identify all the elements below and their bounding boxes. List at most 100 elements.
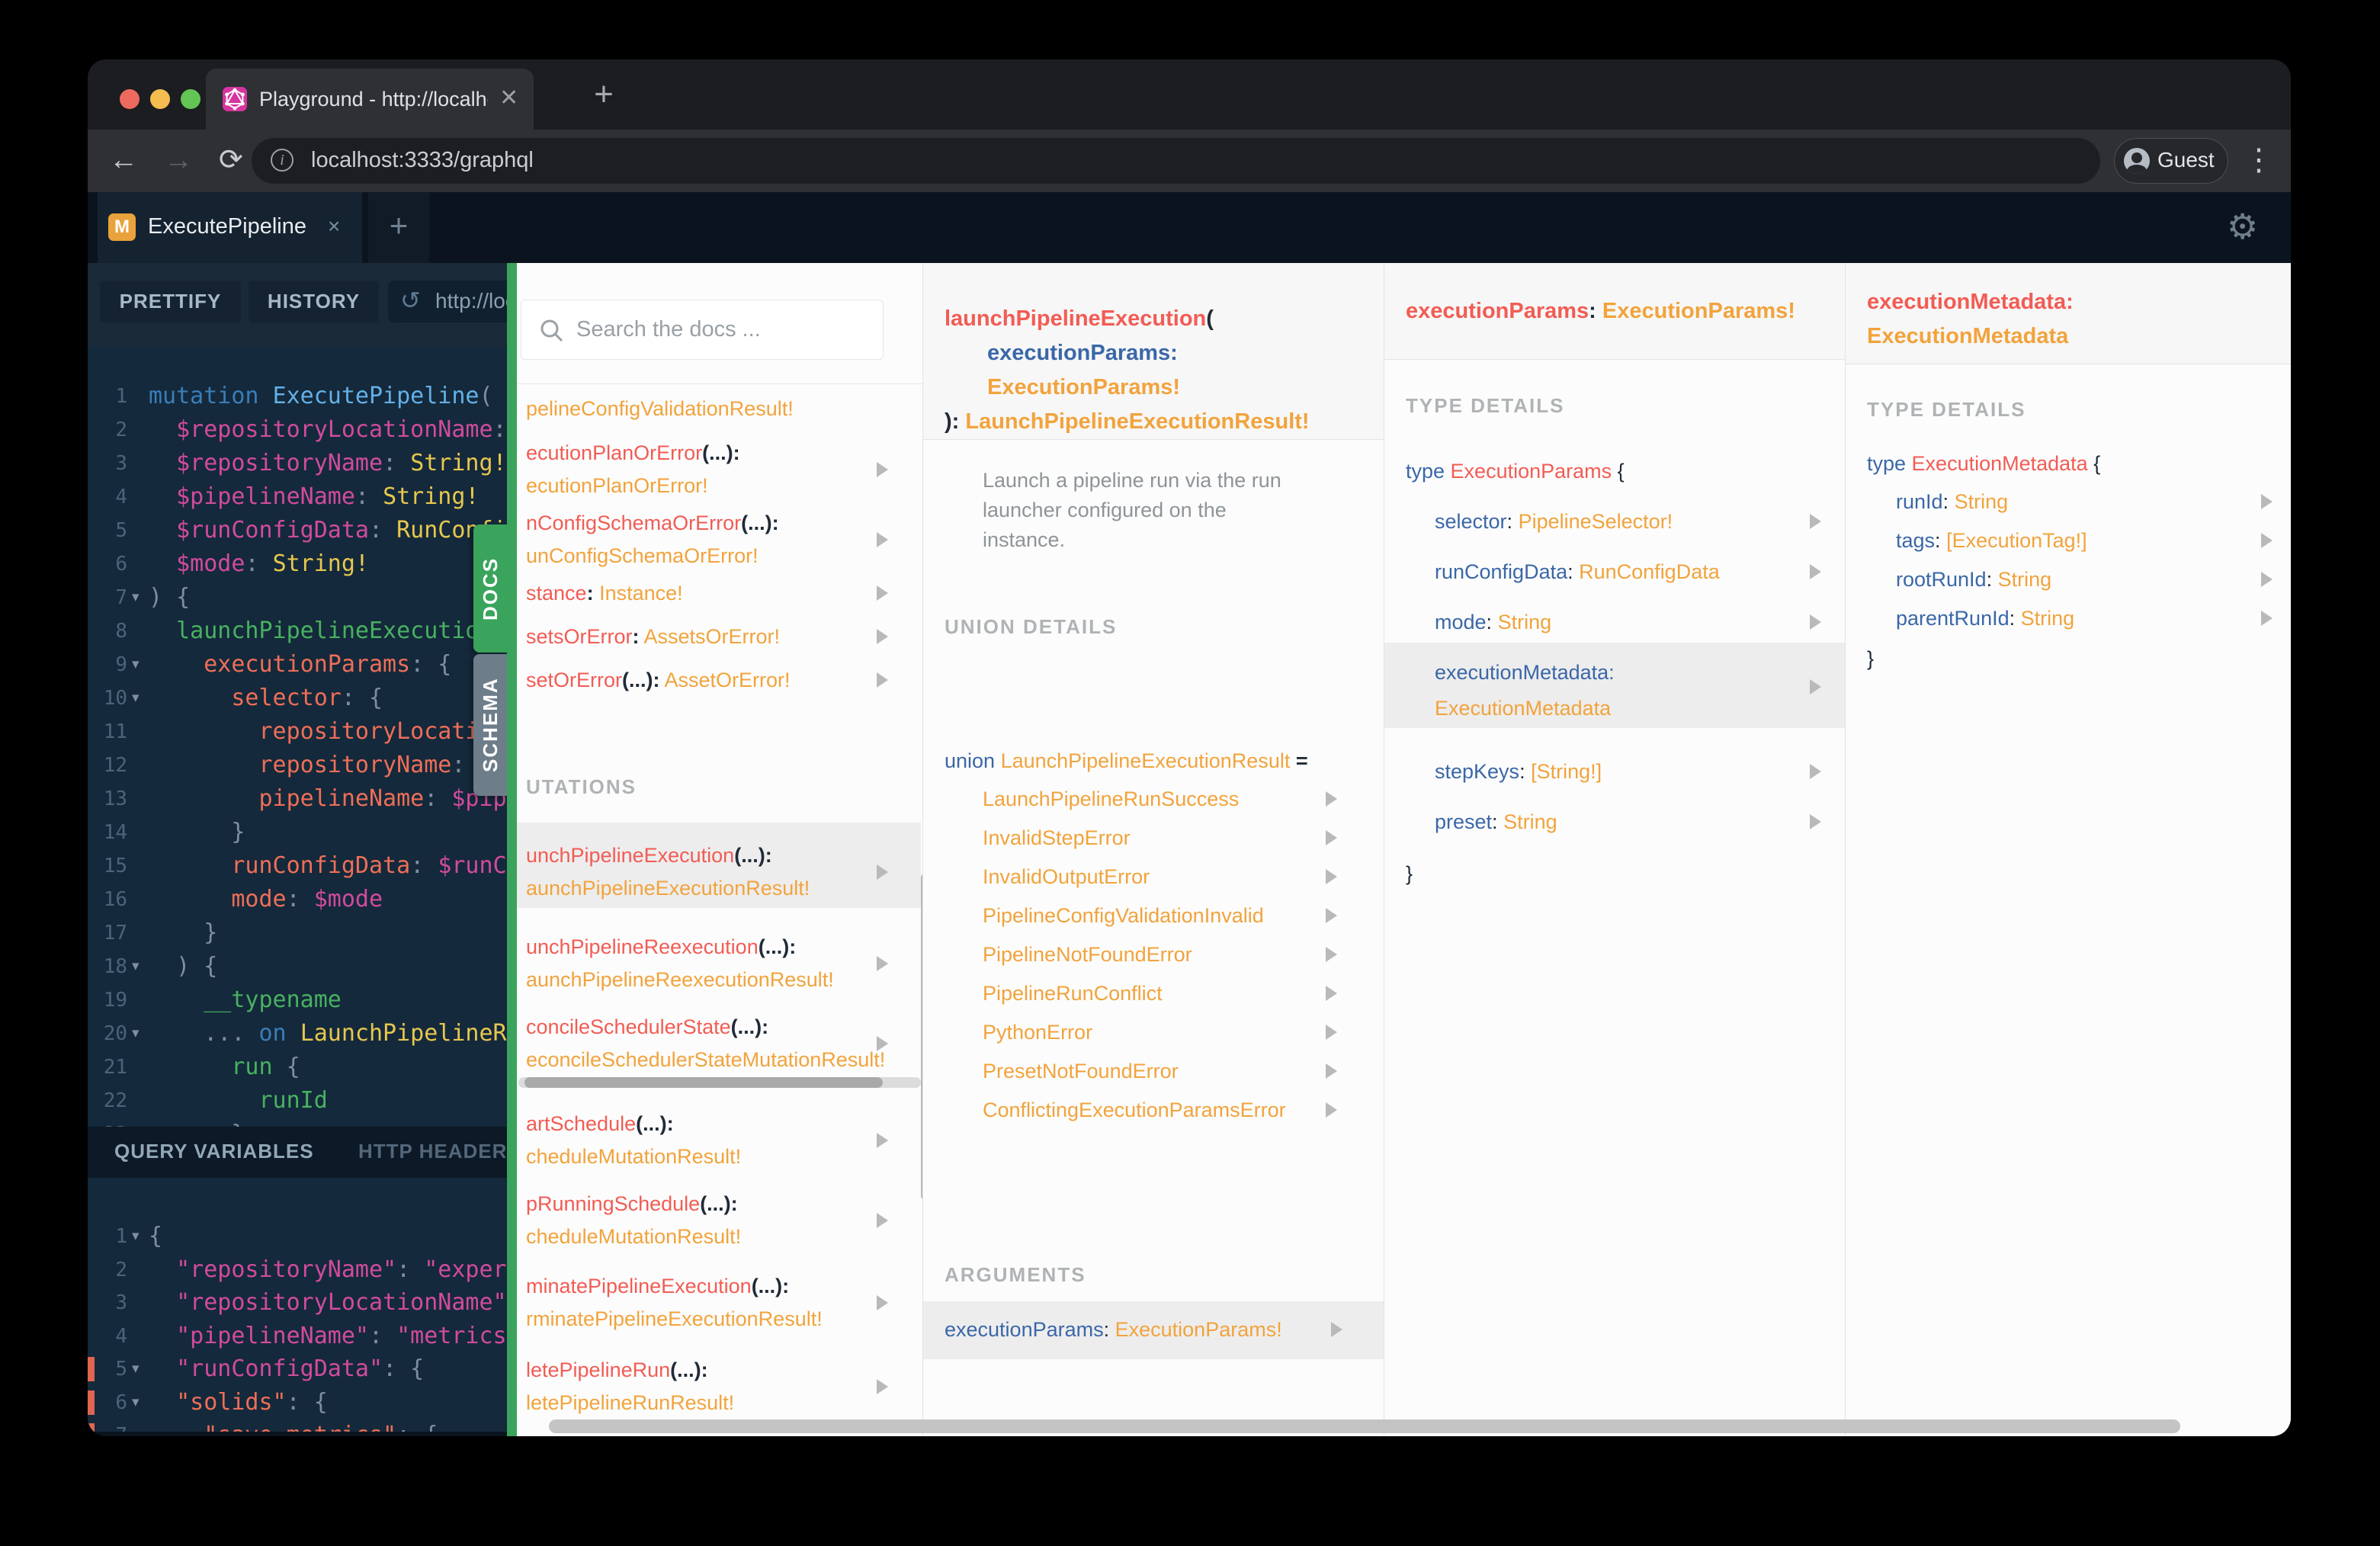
chevron-right-icon[interactable]	[877, 462, 888, 477]
tab-http-headers[interactable]: HTTP HEADERS	[358, 1127, 521, 1178]
docs-vertical-scrollbar[interactable]	[921, 873, 922, 1201]
type-field-row-highlighted[interactable]: executionMetadata:	[1435, 656, 1615, 689]
chevron-right-icon[interactable]	[1810, 814, 1821, 829]
chevron-right-icon[interactable]	[877, 1379, 888, 1394]
settings-gear-icon[interactable]: ⚙	[2227, 192, 2258, 263]
forward-icon[interactable]: →	[164, 130, 193, 192]
docs-horizontal-scrollbar[interactable]	[518, 1077, 921, 1088]
traffic-close-button[interactable]	[120, 89, 140, 109]
union-member[interactable]: PresetNotFoundError	[983, 1055, 1179, 1088]
endpoint-reload-icon[interactable]: ↺	[400, 281, 421, 322]
chevron-right-icon[interactable]	[1326, 947, 1337, 962]
chevron-right-icon[interactable]	[2261, 611, 2273, 626]
type-field-row[interactable]: selector: PipelineSelector!	[1435, 505, 1673, 538]
chevron-right-icon[interactable]	[877, 672, 888, 688]
docs-item[interactable]: letePipelineRun(...):	[526, 1354, 708, 1387]
chevron-right-icon[interactable]	[1331, 1322, 1342, 1337]
union-member[interactable]: ConflictingExecutionParamsError	[983, 1094, 1286, 1127]
docs-item[interactable]: unchPipelineExecution(...):	[526, 839, 772, 872]
address-bar[interactable]: i localhost:3333/graphql	[252, 138, 2100, 184]
chevron-right-icon[interactable]	[1326, 869, 1337, 884]
fold-caret-icon[interactable]: ▾	[132, 1419, 140, 1432]
docs-search-box[interactable]	[521, 300, 884, 360]
docs-item[interactable]: unchPipelineReexecution(...):	[526, 931, 796, 964]
chevron-right-icon[interactable]	[877, 585, 888, 601]
docs-item[interactable]: minatePipelineExecution(...):	[526, 1270, 789, 1303]
tab-close-icon[interactable]: ✕	[499, 69, 518, 130]
fold-caret-icon[interactable]: ▾	[132, 950, 140, 983]
docs-item[interactable]: nConfigSchemaOrError(...):	[526, 507, 779, 540]
docs-bottom-scrollbar[interactable]	[549, 1419, 2180, 1433]
history-button[interactable]: HISTORY	[249, 281, 379, 322]
docs-item[interactable]: stance: Instance!	[526, 577, 683, 610]
type-field-row[interactable]: runConfigData: RunConfigData	[1435, 556, 1720, 589]
docs-item[interactable]: artSchedule(...):	[526, 1108, 674, 1140]
chevron-right-icon[interactable]	[877, 1133, 888, 1148]
chevron-right-icon[interactable]	[1810, 564, 1821, 579]
chevron-right-icon[interactable]	[1810, 679, 1821, 694]
union-member[interactable]: InvalidOutputError	[983, 861, 1150, 893]
chevron-right-icon[interactable]	[1326, 830, 1337, 845]
chevron-right-icon[interactable]	[1326, 1102, 1337, 1118]
browser-tab[interactable]: Playground - http://localhost:3 ✕	[206, 69, 534, 130]
chevron-right-icon[interactable]	[877, 532, 888, 547]
chevron-right-icon[interactable]	[877, 1213, 888, 1228]
chevron-right-icon[interactable]	[877, 956, 888, 971]
docs-resize-handle[interactable]	[507, 263, 517, 1436]
chevron-right-icon[interactable]	[2261, 572, 2273, 587]
chevron-right-icon[interactable]	[877, 1036, 888, 1051]
type-field-row[interactable]: rootRunId: String	[1896, 563, 2051, 596]
type-field-row[interactable]: stepKeys: [String!]	[1435, 755, 1602, 788]
fold-caret-icon[interactable]: ▾	[132, 682, 140, 715]
union-member[interactable]: PipelineConfigValidationInvalid	[983, 900, 1264, 932]
type-field-row-highlighted[interactable]: ExecutionMetadata	[1435, 692, 1611, 725]
type-field-row[interactable]: tags: [ExecutionTag!]	[1896, 524, 2087, 557]
chevron-right-icon[interactable]	[877, 629, 888, 644]
type-field-row[interactable]: preset: String	[1435, 806, 1557, 839]
chevron-right-icon[interactable]	[1810, 614, 1821, 630]
docs-item-fragment[interactable]: pelineConfigValidationResult!	[526, 393, 794, 425]
chevron-right-icon[interactable]	[1326, 908, 1337, 923]
playground-new-tab-button[interactable]: +	[368, 192, 429, 263]
type-field-row[interactable]: mode: String	[1435, 606, 1551, 639]
prettify-button[interactable]: PRETTIFY	[100, 281, 241, 322]
fold-caret-icon[interactable]: ▾	[132, 581, 140, 614]
docs-side-tab[interactable]: DOCS	[473, 524, 507, 653]
docs-item[interactable]: ecutionPlanOrError(...):	[526, 437, 740, 470]
fold-caret-icon[interactable]: ▾	[132, 1386, 140, 1419]
type-field-row[interactable]: runId: String	[1896, 486, 2008, 518]
back-icon[interactable]: ←	[109, 130, 138, 192]
fold-caret-icon[interactable]: ▾	[132, 1017, 140, 1050]
fold-caret-icon[interactable]: ▾	[132, 1220, 140, 1253]
traffic-minimize-button[interactable]	[150, 89, 170, 109]
docs-item[interactable]: concileSchedulerState(...):	[526, 1011, 768, 1044]
search-input[interactable]	[575, 300, 872, 359]
argument-row[interactable]: executionParams: ExecutionParams!	[945, 1313, 1282, 1346]
chevron-right-icon[interactable]	[1326, 1063, 1337, 1079]
new-tab-button[interactable]: +	[579, 73, 628, 119]
docs-item[interactable]: pRunningSchedule(...):	[526, 1188, 738, 1220]
union-member[interactable]: LaunchPipelineRunSuccess	[983, 783, 1239, 816]
union-member[interactable]: PipelineRunConflict	[983, 977, 1163, 1010]
chevron-right-icon[interactable]	[877, 1295, 888, 1310]
traffic-maximize-button[interactable]	[181, 89, 200, 109]
playground-tab-executepipeline[interactable]: M ExecutePipeline ×	[98, 192, 362, 263]
reload-icon[interactable]: ⟳	[219, 130, 243, 192]
chevron-right-icon[interactable]	[2261, 533, 2273, 548]
chevron-right-icon[interactable]	[2261, 494, 2273, 509]
browser-menu-icon[interactable]: ⋮	[2244, 130, 2274, 192]
union-member[interactable]: PythonError	[983, 1016, 1092, 1049]
tab-query-variables[interactable]: QUERY VARIABLES	[114, 1127, 314, 1178]
fold-caret-icon[interactable]: ▾	[132, 1352, 140, 1386]
fold-caret-icon[interactable]: ▾	[132, 648, 140, 682]
chevron-right-icon[interactable]	[1810, 514, 1821, 529]
site-info-icon[interactable]: i	[271, 149, 293, 172]
chevron-right-icon[interactable]	[1810, 764, 1821, 779]
type-field-row[interactable]: parentRunId: String	[1896, 602, 2074, 635]
union-member[interactable]: InvalidStepError	[983, 822, 1131, 855]
schema-side-tab[interactable]: SCHEMA	[473, 654, 507, 796]
chevron-right-icon[interactable]	[1326, 986, 1337, 1001]
union-member[interactable]: PipelineNotFoundError	[983, 938, 1192, 971]
chevron-right-icon[interactable]	[1326, 791, 1337, 807]
profile-button[interactable]: Guest	[2114, 138, 2228, 184]
